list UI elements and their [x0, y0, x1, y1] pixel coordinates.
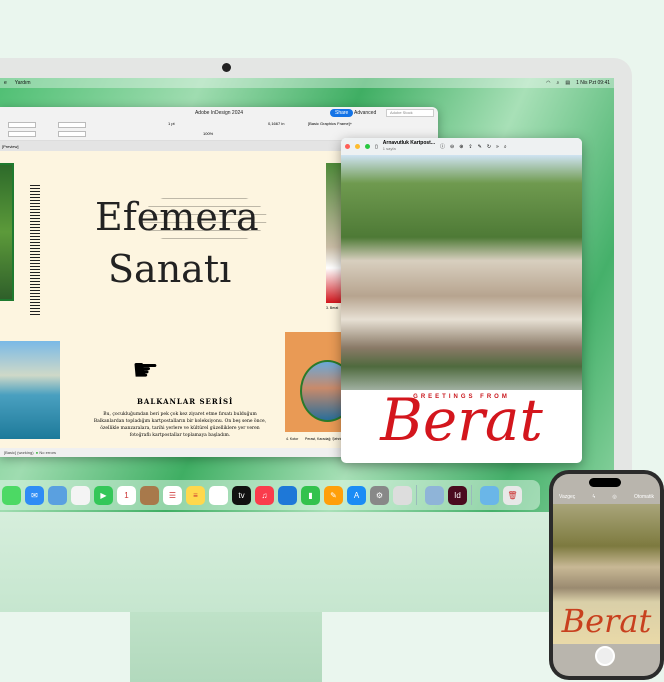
search-icon[interactable]: ⌕ [557, 80, 560, 86]
dock-contacts-icon[interactable] [140, 485, 159, 505]
page-subtitle: Sanatı [108, 247, 232, 291]
preview-window: ▯ Arnavutluk Kartpost... 1 sayfa ⓘ ⊖ ⊕ ⇪ … [341, 138, 582, 463]
dock-trash-icon[interactable]: 🗑 [503, 485, 522, 505]
dock-system-settings-icon[interactable]: ⚙ [370, 485, 389, 505]
scanned-city-name: Berat [561, 602, 652, 640]
share-button[interactable]: Share [330, 109, 354, 117]
imac-stand [130, 612, 322, 682]
dock-freeform-icon[interactable] [209, 485, 228, 505]
errors-status[interactable]: No errors [39, 450, 56, 455]
reference-width[interactable]: 0,1667 in [268, 121, 284, 126]
dock-app-store-icon[interactable]: A [347, 485, 366, 505]
share-icon[interactable]: ⇪ [468, 144, 472, 150]
dock: ✉ ▶ 1 ☰ ≡ tv ♫ ▮ ✎ A ⚙ Id 🗑 [0, 480, 540, 510]
dock-separator [471, 485, 472, 505]
more-icon[interactable]: » [496, 144, 499, 150]
sidebar-icon[interactable]: ▯ [375, 144, 378, 150]
dock-notes-icon[interactable]: ≡ [186, 485, 205, 505]
dock-calendar-icon[interactable]: 1 [117, 485, 136, 505]
dock-music-icon[interactable]: ♫ [255, 485, 274, 505]
wifi-icon[interactable]: ◠ [546, 80, 550, 86]
w-field[interactable] [58, 122, 86, 128]
menu-item[interactable]: e [4, 80, 7, 86]
imac-chin [0, 512, 632, 612]
menu-help[interactable]: Yardım [15, 80, 31, 86]
dock-tv-icon[interactable]: tv [232, 485, 251, 505]
search-icon[interactable]: ⌕ [504, 144, 507, 150]
desktop: e Yardım ◠ ⌕ ▤ 1 Nis Pzt 09:41 Adobe InDesi… [0, 78, 614, 512]
series-heading: BALKANLAR SERİSİ [137, 397, 234, 406]
h-field[interactable] [58, 131, 86, 137]
zoom-in-icon[interactable]: ⊕ [459, 144, 463, 150]
dock-pages-icon[interactable]: ✎ [324, 485, 343, 505]
info-icon[interactable]: ⓘ [440, 143, 445, 150]
camera-screen: Vazgeç ϟ ◎ Otomatik Berat [553, 474, 660, 676]
dock-separator [416, 485, 417, 505]
dock-indesign-icon[interactable]: Id [448, 485, 467, 505]
dock-numbers-icon[interactable]: ▮ [301, 485, 320, 505]
pointing-hand-illustration: ☛ [132, 354, 159, 387]
cancel-button[interactable]: Vazgeç [559, 494, 575, 500]
clock[interactable]: 1 Nis Pzt 09:41 [576, 80, 610, 86]
dynamic-island [589, 478, 621, 487]
markup-icon[interactable]: ✎ [478, 144, 482, 150]
dock-maps-icon[interactable] [48, 485, 67, 505]
rotate-icon[interactable]: ↻ [487, 144, 491, 150]
shutter-button[interactable] [595, 646, 615, 666]
zoom-button[interactable] [365, 144, 370, 149]
page-count: 1 sayfa [382, 146, 396, 151]
flash-icon[interactable]: ϟ [593, 494, 596, 500]
title-bar: Adobe InDesign 2024 Share Advanced Adobe… [0, 107, 438, 119]
menu-bar: e Yardım ◠ ⌕ ▤ 1 Nis Pzt 09:41 [0, 78, 614, 88]
preview-toolbar: ▯ Arnavutluk Kartpost... 1 sayfa ⓘ ⊖ ⊕ ⇪ … [341, 138, 582, 155]
control-center-icon[interactable]: ▤ [565, 80, 570, 86]
object-style-dropdown[interactable]: [Basic Graphics Frame]+ [308, 121, 352, 126]
dock-photos-icon[interactable] [71, 485, 90, 505]
minimize-button[interactable] [355, 144, 360, 149]
coast-photo[interactable] [0, 341, 60, 439]
dock-downloads-icon[interactable] [480, 485, 499, 505]
intro-paragraph: Bu, çocukluğumdan beri pek çok kez ziyar… [93, 412, 267, 438]
dock-facetime-icon[interactable]: ▶ [94, 485, 113, 505]
stroke-weight[interactable]: 1 pt [168, 121, 175, 126]
iphone: Vazgeç ϟ ◎ Otomatik Berat [549, 470, 664, 680]
vertical-text [30, 185, 40, 315]
dock-reminders-icon[interactable]: ☰ [163, 485, 182, 505]
y-field[interactable] [8, 131, 36, 137]
page-title: Efemera [95, 195, 259, 239]
camera [222, 63, 231, 72]
dock-mail-icon[interactable]: ✉ [25, 485, 44, 505]
city-name: Berat [380, 386, 543, 454]
dock-messages-icon[interactable] [2, 485, 21, 505]
tab-label: [Preview] [2, 144, 19, 149]
adobe-stock-search[interactable]: Adobe Stock [386, 109, 434, 117]
close-button[interactable] [345, 144, 350, 149]
dock-iphone-mirroring-icon[interactable] [393, 485, 412, 505]
kotor-postcard[interactable] [285, 332, 355, 432]
dock-keynote-icon[interactable] [278, 485, 297, 505]
workspace-dropdown[interactable]: Advanced [354, 108, 376, 118]
caption-4-text: Perast, Karadağ; Şehrin aydan doğan... [305, 437, 345, 441]
berat-photo [341, 155, 582, 390]
x-field[interactable] [8, 122, 36, 128]
opacity-field[interactable]: 100% [203, 131, 213, 136]
waterfall-photo[interactable] [0, 163, 14, 301]
caption-4: 4. Kotor [286, 437, 299, 441]
preflight-profile[interactable]: [Basic] (working) [4, 450, 34, 455]
zoom-out-icon[interactable]: ⊖ [450, 144, 454, 150]
window-title: Adobe InDesign 2024 [194, 110, 244, 116]
auto-mode-button[interactable]: Otomatik [634, 494, 654, 500]
filter-icon[interactable]: ◎ [612, 494, 616, 500]
status-dot-icon: ● [35, 450, 39, 455]
dock-preview-icon[interactable] [425, 485, 444, 505]
caption-3: 3. Berat [326, 306, 339, 310]
